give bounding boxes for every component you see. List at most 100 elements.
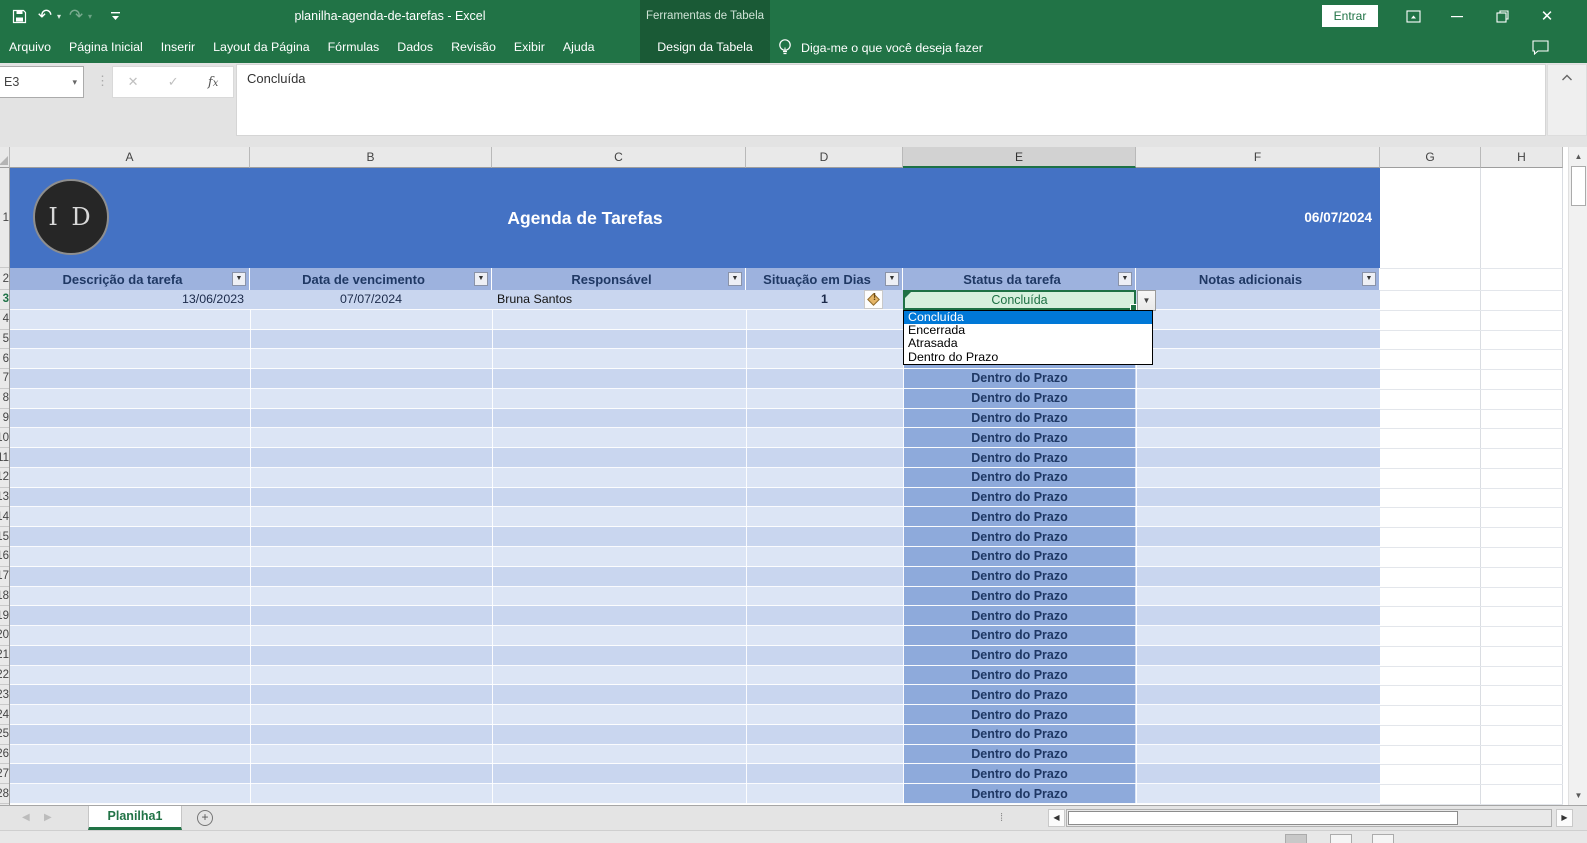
table-row-17[interactable] [10,566,1380,587]
row-header-3[interactable]: 3 [0,290,9,310]
row-header-12[interactable]: 12 [0,468,9,488]
close-icon[interactable]: ✕ [1532,0,1562,32]
table-header-descrição-da-tarefa[interactable]: Descrição da tarefa ▼ [10,268,250,290]
ribbon-display-options-icon[interactable] [1398,0,1428,32]
row-header-16[interactable]: 16 [0,547,9,567]
row-header-11[interactable]: 11 [0,448,9,468]
scroll-left-icon[interactable]: ◀ [1048,809,1065,827]
row-header-15[interactable]: 15 [0,527,9,547]
dropdown-option-atrasada[interactable]: Atrasada [904,337,1152,350]
tab-splitter-handle[interactable]: ⁞ [1000,806,1003,830]
table-row-19[interactable] [10,606,1380,627]
filter-dropdown-icon[interactable]: ▼ [728,272,742,286]
cell-b3[interactable]: 07/07/2024 [250,290,492,310]
sheet-tab-planilha1[interactable]: Planilha1 [88,806,182,830]
cell-c3[interactable]: Bruna Santos [492,290,746,310]
row-header-22[interactable]: 22 [0,666,9,686]
row-header-1[interactable]: 1 [0,168,9,268]
collapse-formula-bar-button[interactable] [1547,64,1587,136]
add-sheet-icon[interactable]: + [197,810,213,826]
row-header-19[interactable]: 19 [0,606,9,627]
cell-e26[interactable]: Dentro do Prazo [904,744,1135,765]
filter-dropdown-icon[interactable]: ▼ [232,272,246,286]
name-box[interactable]: E3 ▾ [0,66,84,98]
data-validation-dropdown-button[interactable]: ▼ [1137,290,1156,311]
cell-e13[interactable]: Dentro do Prazo [904,487,1135,508]
dropdown-option-dentro-do-prazo[interactable]: Dentro do Prazo [904,350,1152,364]
row-header-9[interactable]: 9 [0,409,9,429]
table-row-16[interactable] [10,547,1380,567]
column-header-b[interactable]: B [250,147,492,168]
cell-e15[interactable]: Dentro do Prazo [904,527,1135,547]
cell-e10[interactable]: Dentro do Prazo [904,428,1135,449]
row-header-8[interactable]: 8 [0,389,9,409]
table-row-13[interactable] [10,487,1380,508]
scroll-right-icon[interactable]: ▶ [1556,809,1573,827]
filter-dropdown-icon[interactable]: ▼ [885,272,899,286]
error-checking-warning-icon[interactable]: ! [864,290,883,309]
table-row-11[interactable] [10,448,1380,468]
table-row-12[interactable] [10,467,1380,488]
table-row-18[interactable] [10,586,1380,607]
customize-quick-access-icon[interactable] [104,5,126,27]
scroll-up-icon[interactable]: ▲ [1570,148,1587,165]
cell-e24[interactable]: Dentro do Prazo [904,705,1135,725]
row-header-7[interactable]: 7 [0,369,9,389]
ribbon-tab-layout-da-página[interactable]: Layout da Página [204,32,318,63]
comments-icon[interactable] [1525,32,1555,63]
cell-e18[interactable]: Dentro do Prazo [904,586,1135,607]
horizontal-scroll-thumb[interactable] [1068,811,1458,825]
cell-e20[interactable]: Dentro do Prazo [904,626,1135,646]
table-header-situação-em-dias[interactable]: Situação em Dias ▼ [746,268,903,290]
cell-e28[interactable]: Dentro do Prazo [904,784,1135,805]
table-header-status-da-tarefa[interactable]: Status da tarefa ▼ [903,268,1136,290]
sign-in-button[interactable]: Entrar [1322,5,1378,27]
table-row-10[interactable] [10,428,1380,449]
cell-e23[interactable]: Dentro do Prazo [904,685,1135,706]
next-sheet-icon[interactable]: ▶ [44,806,52,830]
ribbon-tab-exibir[interactable]: Exibir [505,32,554,63]
cell-e25[interactable]: Dentro do Prazo [904,724,1135,745]
row-header-21[interactable]: 21 [0,646,9,666]
vertical-scroll-thumb[interactable] [1571,166,1586,206]
select-all-corner[interactable] [0,147,10,168]
ribbon-tab-dados[interactable]: Dados [388,32,442,63]
row-header-26[interactable]: 26 [0,745,9,765]
selected-cell-e3[interactable]: Concluída [903,290,1137,311]
table-row-20[interactable] [10,626,1380,646]
row-header-23[interactable]: 23 [0,685,9,706]
row-header-17[interactable]: 17 [0,567,9,587]
column-header-h[interactable]: H [1481,147,1563,168]
vertical-scrollbar[interactable]: ▲ ▼ [1568,147,1587,805]
ribbon-tab-ajuda[interactable]: Ajuda [554,32,604,63]
table-row-8[interactable] [10,388,1380,409]
table-header-responsável[interactable]: Responsável ▼ [492,268,746,290]
row-header-18[interactable]: 18 [0,587,9,607]
table-row-23[interactable] [10,685,1380,706]
row-header-6[interactable]: 6 [0,349,9,370]
table-row-26[interactable] [10,744,1380,765]
table-row-6[interactable] [10,349,1380,370]
row-header-4[interactable]: 4 [0,310,9,330]
row-header-28[interactable]: 28 [0,784,9,805]
cell-e7[interactable]: Dentro do Prazo [904,369,1135,389]
restore-icon[interactable] [1487,0,1517,32]
row-header-24[interactable]: 24 [0,705,9,725]
cell-f3[interactable] [1136,290,1380,310]
ribbon-tab-revisão[interactable]: Revisão [442,32,505,63]
filter-dropdown-icon[interactable]: ▼ [474,272,488,286]
tab-design-da-tabela[interactable]: Design da Tabela [640,32,770,63]
cell-e14[interactable]: Dentro do Prazo [904,507,1135,528]
table-row-4[interactable] [10,309,1380,330]
formula-input[interactable]: Concluída [236,64,1546,136]
name-box-caret-icon[interactable]: ▾ [72,67,77,97]
table-row-9[interactable] [10,408,1380,429]
row-header-20[interactable]: 20 [0,626,9,646]
ribbon-tab-inserir[interactable]: Inserir [152,32,204,63]
horizontal-scrollbar[interactable] [1066,809,1552,827]
column-header-c[interactable]: C [492,147,746,168]
cell-d3[interactable]: 1! [746,290,903,310]
row-header-27[interactable]: 27 [0,764,9,785]
row-header-13[interactable]: 13 [0,488,9,508]
minimize-icon[interactable] [1442,0,1472,32]
